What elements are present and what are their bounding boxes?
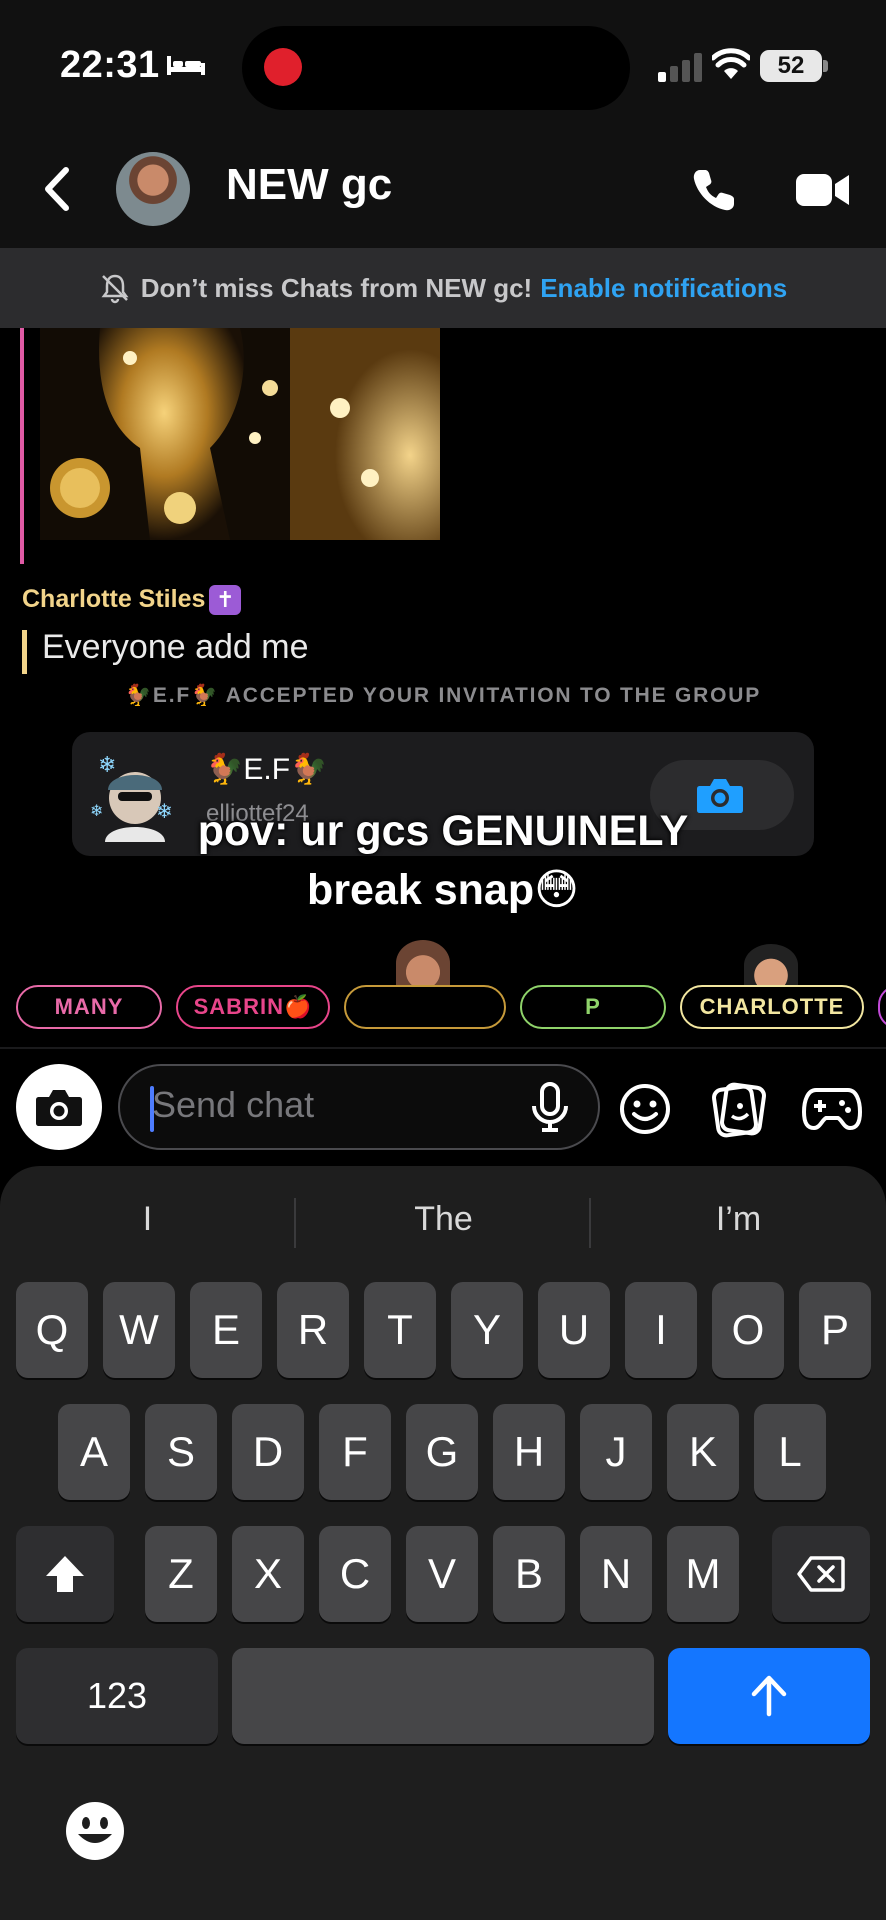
- notification-banner: Don’t miss Chats from NEW gc! Enable not…: [0, 248, 886, 328]
- friend-pill-many[interactable]: MANY: [16, 985, 162, 1029]
- emoji-keyboard-icon[interactable]: [64, 1800, 126, 1862]
- camera-icon: [36, 1090, 82, 1126]
- wifi-icon: [712, 48, 750, 79]
- sender-name[interactable]: Charlotte Stiles ✝: [22, 585, 242, 615]
- message-bar: [22, 630, 27, 674]
- key-f[interactable]: F: [319, 1404, 391, 1500]
- caption-line-1: pov: ur gcs GENUINELY: [197, 807, 689, 855]
- gold-hand-image: [40, 328, 440, 540]
- key-w[interactable]: W: [103, 1282, 175, 1378]
- input-placeholder: Send chat: [152, 1084, 315, 1125]
- arrow-up-icon: [751, 1675, 787, 1717]
- key-m[interactable]: M: [667, 1526, 739, 1622]
- key-e[interactable]: E: [190, 1282, 262, 1378]
- key-y[interactable]: Y: [451, 1282, 523, 1378]
- gamepad-icon[interactable]: [802, 1086, 862, 1132]
- reply-bar: [20, 328, 24, 564]
- smiley-icon[interactable]: [618, 1082, 672, 1136]
- key-a[interactable]: A: [58, 1404, 130, 1500]
- camera-button[interactable]: [16, 1064, 102, 1150]
- svg-text:❄: ❄: [98, 752, 116, 777]
- friend-pill-p[interactable]: P: [520, 985, 666, 1029]
- cross-badge-icon: ✝: [209, 585, 242, 615]
- status-time: 22:31: [60, 44, 160, 86]
- key-l[interactable]: L: [754, 1404, 826, 1500]
- chat-message[interactable]: Everyone add me: [42, 628, 309, 667]
- key-p[interactable]: P: [799, 1282, 871, 1378]
- key-r[interactable]: R: [277, 1282, 349, 1378]
- send-return-key[interactable]: [668, 1648, 870, 1744]
- sleep-focus-icon: [167, 56, 205, 75]
- key-s[interactable]: S: [145, 1404, 217, 1500]
- video-caption: pov: ur gcs GENUINELY break snap😳: [0, 802, 886, 920]
- chat-title[interactable]: NEW gc: [226, 160, 392, 210]
- key-z[interactable]: Z: [145, 1526, 217, 1622]
- banner-text: Don’t miss Chats from NEW gc!: [140, 272, 533, 303]
- shared-image[interactable]: [40, 328, 440, 540]
- key-t[interactable]: T: [364, 1282, 436, 1378]
- key-g[interactable]: G: [406, 1404, 478, 1500]
- numbers-key[interactable]: 123: [16, 1648, 218, 1744]
- video-icon[interactable]: [796, 170, 850, 210]
- key-d[interactable]: D: [232, 1404, 304, 1500]
- shift-key[interactable]: [16, 1526, 114, 1622]
- backspace-key[interactable]: [772, 1526, 870, 1622]
- bell-off-icon: [101, 274, 129, 304]
- friend-pill-charlotte[interactable]: CHARLOTTE: [680, 985, 864, 1029]
- friend-pill-blank[interactable]: [344, 985, 506, 1029]
- key-j[interactable]: J: [580, 1404, 652, 1500]
- friend-pill-sabrina[interactable]: SABRIN🍎: [176, 985, 330, 1029]
- key-u[interactable]: U: [538, 1282, 610, 1378]
- recording-indicator-icon: [264, 48, 302, 86]
- key-q[interactable]: Q: [16, 1282, 88, 1378]
- friend-bitmoji-peek: [396, 940, 450, 986]
- backspace-icon: [797, 1556, 845, 1592]
- suggestion[interactable]: I: [0, 1200, 295, 1239]
- suggestion[interactable]: I’m: [591, 1200, 886, 1239]
- divider: [0, 1047, 886, 1049]
- sticker-icon[interactable]: [710, 1082, 766, 1138]
- key-c[interactable]: C: [319, 1526, 391, 1622]
- key-h[interactable]: H: [493, 1404, 565, 1500]
- key-b[interactable]: B: [493, 1526, 565, 1622]
- caption-line-2: break snap😳: [307, 866, 579, 914]
- key-o[interactable]: O: [712, 1282, 784, 1378]
- key-i[interactable]: I: [625, 1282, 697, 1378]
- key-x[interactable]: X: [232, 1526, 304, 1622]
- cellular-signal-icon: [658, 53, 702, 82]
- space-key[interactable]: [232, 1648, 654, 1744]
- card-name: 🐓E.F🐓: [206, 753, 328, 786]
- key-k[interactable]: K: [667, 1404, 739, 1500]
- shift-icon: [46, 1556, 84, 1592]
- friend-bitmoji-peek: [744, 944, 798, 986]
- group-avatar[interactable]: [116, 152, 190, 226]
- key-n[interactable]: N: [580, 1526, 652, 1622]
- chevron-left-icon[interactable]: [40, 166, 74, 212]
- friend-pill-partial[interactable]: [878, 985, 886, 1029]
- enable-notifications-link[interactable]: Enable notifications: [540, 273, 787, 304]
- battery-level: 52: [760, 50, 822, 82]
- phone-icon[interactable]: [690, 166, 738, 214]
- system-message: 🐓E.F🐓 ACCEPTED YOUR INVITATION TO THE GR…: [124, 684, 762, 707]
- battery-tip: [823, 60, 828, 72]
- key-v[interactable]: V: [406, 1526, 478, 1622]
- suggestion[interactable]: The: [296, 1200, 591, 1239]
- microphone-icon[interactable]: [530, 1082, 570, 1132]
